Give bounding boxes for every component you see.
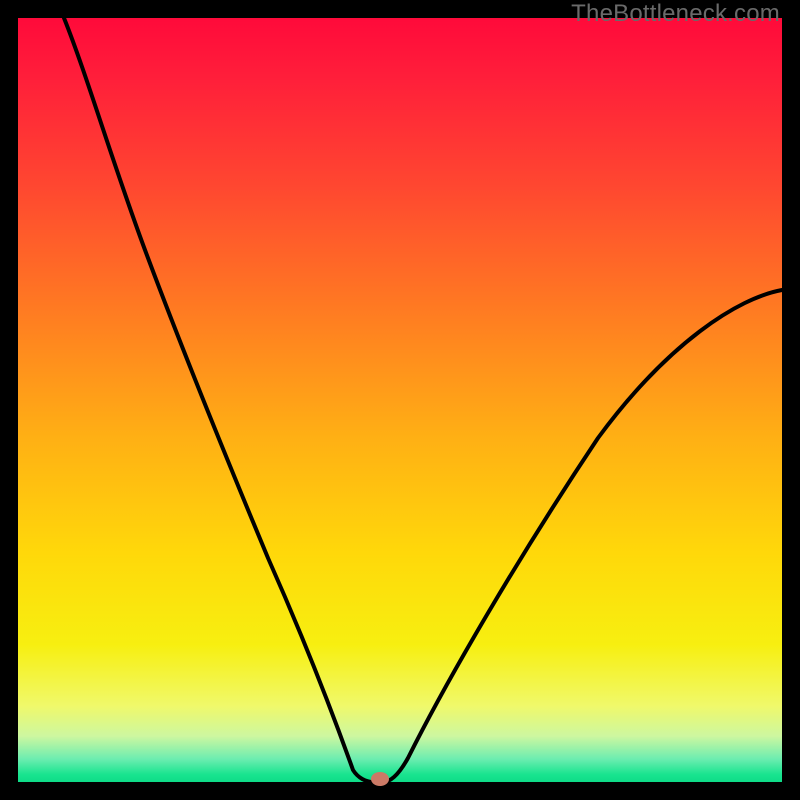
attribution-watermark: TheBottleneck.com (571, 0, 780, 28)
bottleneck-curve (64, 18, 782, 782)
chart-frame: TheBottleneck.com (0, 0, 800, 800)
optimal-marker (371, 772, 389, 786)
curve-layer (18, 18, 782, 782)
gradient-plot-area (18, 18, 782, 782)
